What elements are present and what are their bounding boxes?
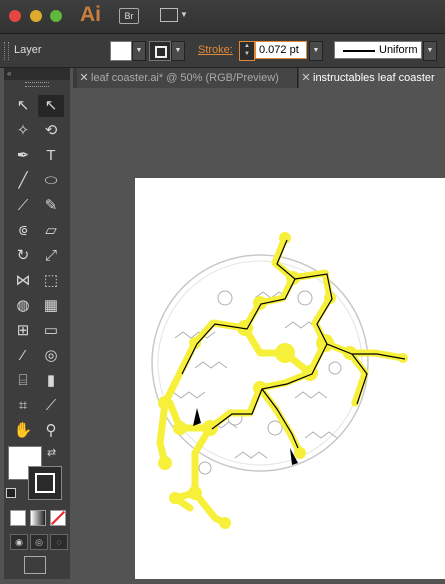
none-mode-button[interactable]	[50, 510, 66, 526]
arrow-pointer-icon[interactable]: ↖	[10, 95, 36, 117]
draw-behind-icon[interactable]: ◎	[30, 534, 48, 550]
stroke-panel-link[interactable]: Stroke:	[198, 44, 233, 56]
profile-line-icon	[343, 50, 375, 52]
stroke-dropdown-icon[interactable]: ▼	[171, 41, 185, 61]
stroke-color-swatch[interactable]	[149, 41, 171, 61]
gradient-mode-button[interactable]	[30, 510, 46, 526]
close-window-button[interactable]	[9, 10, 21, 22]
pen-icon[interactable]: ✒	[10, 145, 36, 167]
direct-select-icon[interactable]: ↖	[38, 95, 64, 117]
stroke-weight-input[interactable]: 0.072 pt	[255, 41, 307, 59]
artboard[interactable]	[135, 178, 445, 579]
free-transform-icon[interactable]: ⬚	[38, 270, 64, 292]
tab-label: instructables leaf coaster	[313, 72, 435, 84]
column-graph-icon[interactable]: ▮	[38, 370, 64, 392]
line-segment-icon[interactable]: ╱	[10, 170, 36, 192]
profile-label: Uniform	[379, 44, 418, 56]
slice-icon[interactable]: ⟋	[38, 395, 64, 417]
filled-shape[interactable]	[193, 408, 201, 426]
close-tab-icon[interactable]: ✕	[77, 68, 91, 88]
fill-dropdown-icon[interactable]: ▼	[132, 41, 146, 61]
draw-normal-icon[interactable]: ◉	[10, 534, 28, 550]
tools-panel: « ↖ ↖ ✧ ⟲ ✒ T ╱ ⬭ ⟋ ✎ ⟃ ▱ ↻ ⤢ ⋈ ⬚ ◍ ▦ ⊞ ▭ ⁄ ◎ ⌸ ▮ ⌗ ⟋ ✋ ⚲	[4, 68, 70, 579]
blob-brush-icon[interactable]: ⟃	[10, 220, 36, 242]
close-tab-icon[interactable]: ✕	[299, 68, 313, 88]
lasso-icon[interactable]: ⟲	[38, 120, 64, 142]
paintbrush-icon[interactable]: ⟋	[10, 195, 36, 217]
panel-grip-icon[interactable]	[25, 82, 49, 87]
app-logo: Ai	[80, 3, 101, 26]
selection-type-label: Layer	[14, 44, 42, 56]
document-tab-bar: ✕ leaf coaster.ai* @ 50% (RGB/Preview) ✕ i…	[73, 68, 445, 88]
stroke-weight-dropdown-icon[interactable]: ▼	[309, 41, 323, 61]
stroke-weight-stepper[interactable]: ▲ ▼	[239, 41, 255, 61]
color-mode-button[interactable]	[10, 510, 26, 526]
pencil-icon[interactable]: ✎	[38, 195, 64, 217]
zoom-icon[interactable]: ⚲	[38, 420, 64, 442]
rotate-icon[interactable]: ↻	[10, 245, 36, 267]
title-bar: Ai Br ▼	[0, 0, 445, 34]
chevron-down-icon[interactable]: ▼	[180, 10, 188, 19]
eyedropper-icon[interactable]: ⁄	[10, 345, 36, 367]
shape-builder-icon[interactable]: ◍	[10, 295, 36, 317]
stroke-color-box[interactable]	[28, 466, 62, 500]
type-icon[interactable]: T	[38, 145, 64, 167]
blend-icon[interactable]: ◎	[38, 345, 64, 367]
scale-icon[interactable]: ⤢	[38, 245, 64, 267]
tab-instructables[interactable]: ✕ instructables leaf coaster	[299, 68, 445, 88]
swap-fill-stroke-icon[interactable]: ⇄	[47, 446, 56, 459]
artboard-icon[interactable]: ⌗	[10, 395, 36, 417]
panel-grip-icon[interactable]	[4, 42, 9, 60]
eraser-icon[interactable]: ▱	[38, 220, 64, 242]
variable-width-profile[interactable]: Uniform	[334, 41, 422, 59]
default-fill-stroke-icon[interactable]	[6, 488, 16, 498]
minimize-window-button[interactable]	[30, 10, 42, 22]
bridge-button[interactable]: Br	[119, 8, 139, 24]
gradient-icon[interactable]: ▭	[38, 320, 64, 342]
ellipse-icon[interactable]: ⬭	[38, 170, 64, 192]
screen-mode-icon[interactable]	[24, 556, 46, 574]
tab-leaf-coaster[interactable]: ✕ leaf coaster.ai* @ 50% (RGB/Preview)	[77, 68, 298, 88]
draw-inside-icon[interactable]: ◌	[50, 534, 68, 550]
arrange-documents-icon[interactable]	[160, 8, 178, 22]
tab-label: leaf coaster.ai* @ 50% (RGB/Preview)	[91, 72, 279, 84]
profile-dropdown-icon[interactable]: ▼	[423, 41, 437, 61]
artwork[interactable]	[135, 178, 445, 579]
fill-color-swatch[interactable]	[110, 41, 132, 61]
panel-collapse-icon[interactable]: «	[4, 68, 70, 80]
magic-wand-icon[interactable]: ✧	[10, 120, 36, 142]
hand-icon[interactable]: ✋	[10, 420, 36, 442]
perspective-grid-icon[interactable]: ▦	[38, 295, 64, 317]
control-bar: Layer ▼ ▼ Stroke: ▲ ▼ 0.072 pt ▼ Uniform …	[0, 34, 445, 68]
symbol-sprayer-icon[interactable]: ⌸	[10, 370, 36, 392]
mesh-icon[interactable]: ⊞	[10, 320, 36, 342]
maximize-window-button[interactable]	[50, 10, 62, 22]
width-icon[interactable]: ⋈	[10, 270, 36, 292]
